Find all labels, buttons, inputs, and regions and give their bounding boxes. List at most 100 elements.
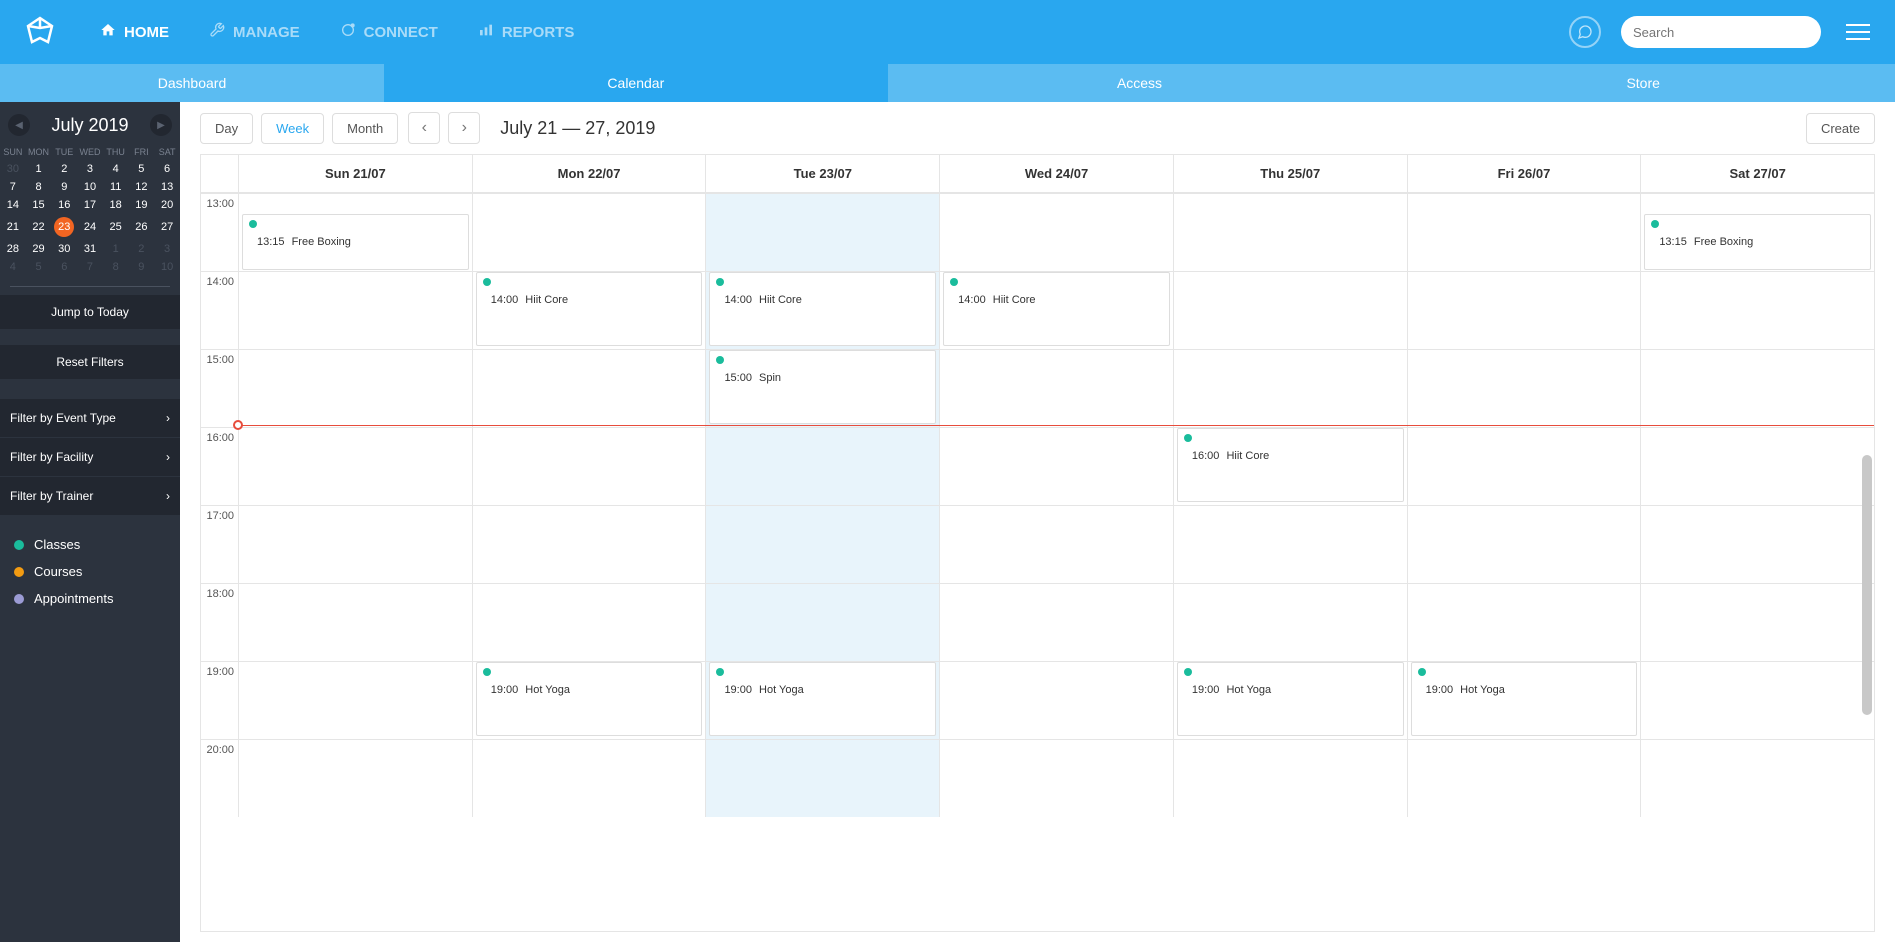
calendar-cell[interactable]: 19:00 Hot Yoga	[473, 661, 707, 739]
calendar-cell[interactable]: 19:00 Hot Yoga	[1408, 661, 1642, 739]
calendar-cell[interactable]	[940, 661, 1174, 739]
mini-cal-day[interactable]: 7	[77, 258, 103, 276]
calendar-cell[interactable]	[239, 349, 473, 427]
calendar-event[interactable]: 15:00 Spin	[709, 350, 936, 424]
mini-cal-day[interactable]: 30	[0, 160, 26, 178]
calendar-cell[interactable]	[1641, 427, 1874, 505]
calendar-cell[interactable]	[1174, 583, 1408, 661]
mini-cal-day[interactable]: 23	[51, 214, 77, 240]
mini-cal-day[interactable]: 25	[103, 214, 129, 240]
calendar-cell[interactable]	[940, 583, 1174, 661]
mini-cal-day[interactable]: 1	[103, 240, 129, 258]
calendar-cell[interactable]	[239, 739, 473, 817]
calendar-cell[interactable]: 16:00 Hiit Core	[1174, 427, 1408, 505]
calendar-cell[interactable]	[1174, 505, 1408, 583]
mini-cal-day[interactable]: 18	[103, 196, 129, 214]
calendar-cell[interactable]	[1641, 739, 1874, 817]
jump-to-today-button[interactable]: Jump to Today	[0, 295, 180, 329]
mini-cal-day[interactable]: 20	[154, 196, 180, 214]
mini-cal-day[interactable]: 6	[154, 160, 180, 178]
mini-cal-day[interactable]: 22	[26, 214, 52, 240]
calendar-cell[interactable]	[473, 427, 707, 505]
calendar-cell[interactable]	[940, 505, 1174, 583]
mini-cal-prev[interactable]: ◀	[8, 114, 30, 136]
chat-button[interactable]	[1569, 16, 1601, 48]
mini-cal-day[interactable]: 8	[103, 258, 129, 276]
tab-access[interactable]: Access	[888, 64, 1392, 102]
mini-cal-day[interactable]: 7	[0, 178, 26, 196]
calendar-cell[interactable]: 15:00 Spin	[706, 349, 940, 427]
mini-cal-day[interactable]: 19	[129, 196, 155, 214]
calendar-cell[interactable]	[706, 427, 940, 505]
search-input[interactable]	[1633, 25, 1809, 40]
mini-cal-day[interactable]: 26	[129, 214, 155, 240]
mini-cal-day[interactable]: 11	[103, 178, 129, 196]
mini-cal-next[interactable]: ▶	[150, 114, 172, 136]
calendar-cell[interactable]	[706, 739, 940, 817]
menu-button[interactable]	[1841, 19, 1875, 45]
calendar-cell[interactable]	[1641, 661, 1874, 739]
calendar-event[interactable]: 14:00 Hiit Core	[476, 272, 703, 346]
calendar-cell[interactable]: 19:00 Hot Yoga	[706, 661, 940, 739]
calendar-cell[interactable]	[239, 427, 473, 505]
calendar-event[interactable]: 13:15 Free Boxing	[242, 214, 469, 270]
mini-cal-day[interactable]: 3	[154, 240, 180, 258]
calendar-event[interactable]: 19:00 Hot Yoga	[1411, 662, 1638, 736]
reset-filters-button[interactable]: Reset Filters	[0, 345, 180, 379]
mini-cal-day[interactable]: 28	[0, 240, 26, 258]
nav-reports[interactable]: REPORTS	[478, 22, 575, 42]
calendar-cell[interactable]	[239, 271, 473, 349]
mini-cal-day[interactable]: 4	[103, 160, 129, 178]
mini-cal-day[interactable]: 24	[77, 214, 103, 240]
mini-cal-day[interactable]: 10	[77, 178, 103, 196]
view-day-button[interactable]: Day	[200, 113, 253, 144]
mini-cal-day[interactable]: 5	[129, 160, 155, 178]
filter-filter-by-event-type[interactable]: Filter by Event Type›	[0, 399, 180, 437]
calendar-cell[interactable]	[1408, 349, 1642, 427]
mini-cal-day[interactable]: 10	[154, 258, 180, 276]
calendar-cell[interactable]: 13:15 Free Boxing	[1641, 193, 1874, 271]
mini-cal-day[interactable]: 9	[51, 178, 77, 196]
mini-cal-day[interactable]: 12	[129, 178, 155, 196]
calendar-cell[interactable]	[239, 661, 473, 739]
calendar-cell[interactable]: 14:00 Hiit Core	[940, 271, 1174, 349]
view-week-button[interactable]: Week	[261, 113, 324, 144]
mini-cal-day[interactable]: 30	[51, 240, 77, 258]
calendar-scroll[interactable]: 13:0013:15 Free Boxing13:15 Free Boxing1…	[201, 193, 1874, 931]
calendar-cell[interactable]	[1174, 349, 1408, 427]
scrollbar[interactable]	[1862, 455, 1872, 715]
mini-cal-day[interactable]: 1	[26, 160, 52, 178]
calendar-cell[interactable]	[1641, 349, 1874, 427]
calendar-cell[interactable]	[239, 505, 473, 583]
app-logo[interactable]	[20, 12, 60, 52]
create-button[interactable]: Create	[1806, 113, 1875, 144]
calendar-cell[interactable]	[1174, 193, 1408, 271]
calendar-cell[interactable]	[1641, 271, 1874, 349]
mini-cal-day[interactable]: 14	[0, 196, 26, 214]
tab-calendar[interactable]: Calendar	[384, 64, 888, 102]
calendar-cell[interactable]	[1408, 427, 1642, 505]
mini-cal-day[interactable]: 3	[77, 160, 103, 178]
mini-cal-day[interactable]: 21	[0, 214, 26, 240]
filter-filter-by-trainer[interactable]: Filter by Trainer›	[0, 477, 180, 515]
mini-cal-day[interactable]: 17	[77, 196, 103, 214]
nav-connect[interactable]: CONNECT	[340, 22, 438, 42]
mini-cal-day[interactable]: 27	[154, 214, 180, 240]
calendar-cell[interactable]	[1408, 271, 1642, 349]
mini-cal-day[interactable]: 29	[26, 240, 52, 258]
tab-dashboard[interactable]: Dashboard	[0, 64, 384, 102]
calendar-event[interactable]: 13:15 Free Boxing	[1644, 214, 1871, 270]
mini-cal-day[interactable]: 5	[26, 258, 52, 276]
calendar-event[interactable]: 19:00 Hot Yoga	[709, 662, 936, 736]
calendar-cell[interactable]	[473, 505, 707, 583]
filter-filter-by-facility[interactable]: Filter by Facility›	[0, 438, 180, 476]
calendar-event[interactable]: 19:00 Hot Yoga	[476, 662, 703, 736]
next-week-button[interactable]: ›	[448, 112, 480, 144]
mini-cal-day[interactable]: 31	[77, 240, 103, 258]
calendar-cell[interactable]	[473, 739, 707, 817]
view-month-button[interactable]: Month	[332, 113, 398, 144]
calendar-cell[interactable]	[473, 583, 707, 661]
calendar-cell[interactable]	[1641, 505, 1874, 583]
calendar-cell[interactable]	[1408, 193, 1642, 271]
calendar-event[interactable]: 14:00 Hiit Core	[943, 272, 1170, 346]
